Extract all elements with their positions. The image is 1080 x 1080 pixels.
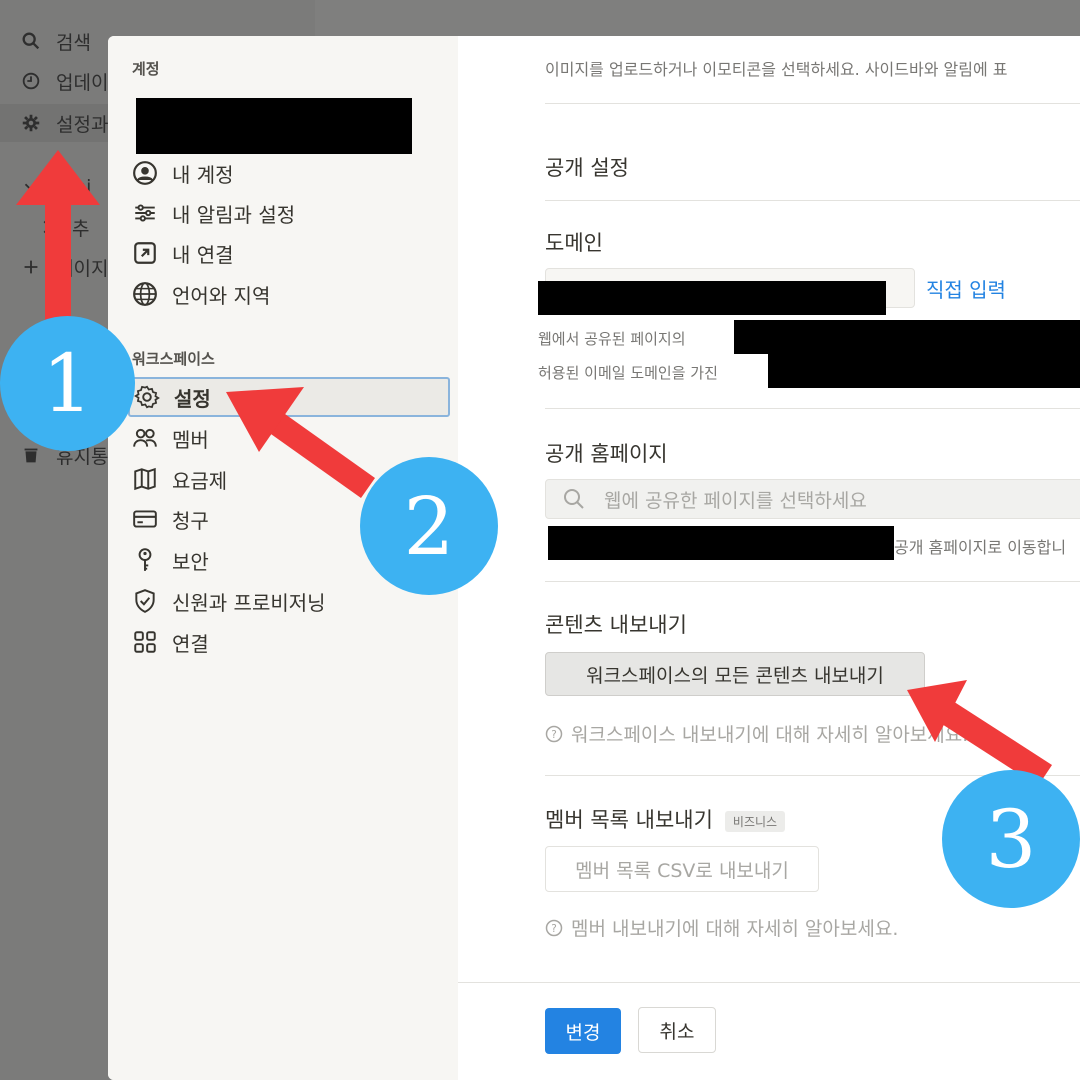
- arrow-1-head: [16, 150, 100, 205]
- annotation-arrows: [16, 150, 1052, 786]
- step-badge-3: 3: [942, 770, 1080, 908]
- step-badge-2: 2: [360, 457, 498, 595]
- step-badge-1: 1: [0, 316, 135, 451]
